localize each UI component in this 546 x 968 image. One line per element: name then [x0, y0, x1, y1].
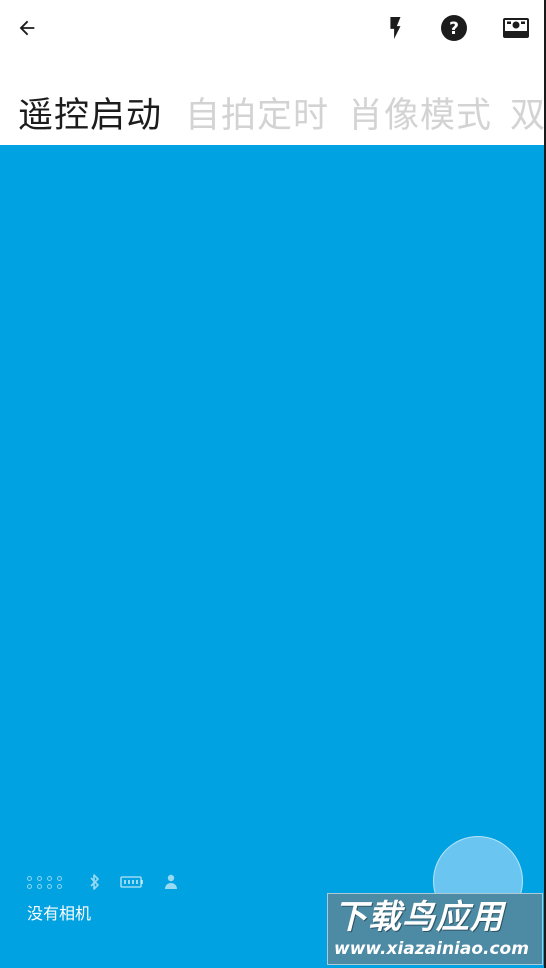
arrow-left-icon [19, 20, 35, 36]
flash-button[interactable] [375, 8, 415, 48]
tab-self-timer[interactable]: 自拍定时 [185, 94, 329, 138]
status-icons [27, 872, 178, 892]
help-icon: ? [441, 15, 467, 41]
top-app-bar: ? [0, 0, 546, 56]
help-button[interactable]: ? [434, 8, 474, 48]
camera-icon [503, 18, 529, 38]
watermark-logo: 下载鸟应用 www.xiazainiao.com [327, 893, 543, 965]
watermark-title: 下载鸟应用 [334, 897, 504, 936]
svg-text:?: ? [449, 19, 459, 39]
flash-icon [390, 17, 401, 39]
person-icon [165, 874, 177, 889]
no-camera-label: 没有相机 [27, 904, 92, 923]
camera-button[interactable] [496, 8, 536, 48]
tab-portrait-mode[interactable]: 肖像模式 [348, 94, 492, 138]
tab-remote-start[interactable]: 遥控启动 [18, 94, 162, 138]
watermark-url: www.xiazainiao.com [334, 939, 529, 959]
tab-dual[interactable]: 双 [510, 94, 546, 138]
battery-icon [120, 876, 143, 888]
mode-tabs: 遥控启动 自拍定时 肖像模式 双 [0, 92, 546, 146]
bluetooth-icon [90, 874, 99, 890]
dots-grid-icon [27, 875, 67, 889]
back-button[interactable] [7, 8, 47, 48]
